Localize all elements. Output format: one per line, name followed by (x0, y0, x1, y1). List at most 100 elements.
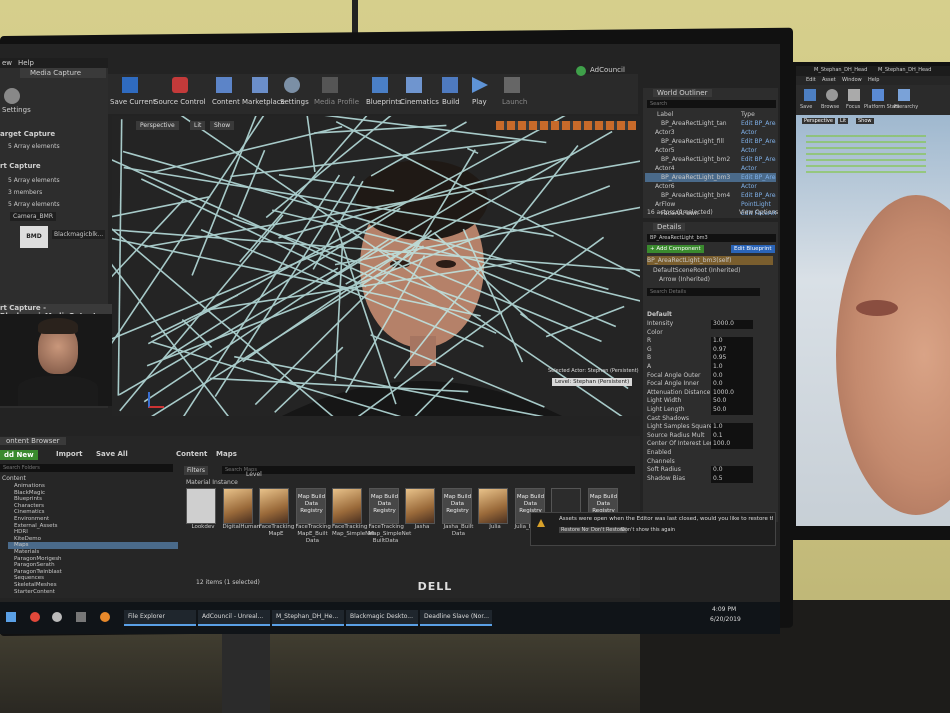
taskbar-app[interactable]: File Explorer (124, 610, 196, 626)
taskbar-app[interactable]: M_Stephan_DH_He... (272, 610, 344, 626)
right-menu-help[interactable]: Help (868, 77, 879, 83)
folder-item[interactable]: External_Assets (8, 523, 178, 530)
property-row[interactable]: Light Width 50.0 (647, 397, 773, 406)
menu-view[interactable]: ew (2, 59, 12, 67)
settings-icon[interactable] (284, 77, 300, 93)
property-value[interactable]: 0.1 (711, 431, 753, 441)
filters-button[interactable]: Filters (184, 466, 208, 475)
property-row[interactable]: B 0.95 (647, 354, 773, 363)
details-tab[interactable]: Details (653, 223, 686, 231)
asset-tile[interactable]: Map Build Data Registry FaceTracking Map_… (368, 488, 411, 545)
asset-tile[interactable]: Lookdev (186, 488, 220, 531)
property-value[interactable]: 1000.0 (711, 388, 753, 398)
folder-item[interactable]: Environment (8, 516, 178, 523)
show-button[interactable]: Show (210, 121, 235, 130)
property-value[interactable]: 1.0 (711, 362, 753, 372)
asset-tile[interactable]: FaceTracking MapE (259, 488, 294, 538)
component-arrow[interactable]: Arrow (Inherited) (659, 275, 710, 284)
property-row[interactable]: A 1.0 (647, 362, 773, 372)
play-icon[interactable] (472, 77, 488, 93)
property-row[interactable]: Focal Angle Outer 0.0 (647, 371, 773, 381)
property-value[interactable]: 3000.0 (711, 320, 753, 329)
media-profile-button[interactable]: Media Profile (314, 98, 359, 106)
build-button[interactable]: Build (442, 98, 460, 106)
property-value[interactable]: 0.0 (711, 380, 753, 389)
camera-dropdown[interactable]: Camera_BMR (10, 212, 57, 221)
blueprints-icon[interactable] (372, 77, 388, 93)
folder-item[interactable]: Maps (8, 542, 178, 549)
chrome-icon[interactable] (30, 612, 40, 622)
media-profile-icon[interactable] (322, 77, 338, 93)
right-tab-1[interactable]: M_Stephan_DH_Head (814, 67, 867, 73)
col-type-header[interactable]: Type (741, 110, 755, 119)
property-value[interactable]: 0.0 (711, 466, 753, 475)
property-row[interactable]: Light Samples Squared 1.0 (647, 423, 773, 432)
asset-search-input[interactable]: Search Maps (222, 466, 635, 474)
details-search-input[interactable]: Search Details (647, 288, 760, 296)
outliner-row[interactable]: BP_AreaRectLight_bm3 Edit BP_AreaRe (645, 173, 776, 182)
property-row[interactable]: Source Radius Mult 0.1 (647, 431, 773, 441)
property-row[interactable]: Attenuation Distance 1000.0 (647, 388, 773, 398)
save-current-icon[interactable] (122, 77, 138, 93)
menu-help[interactable]: Help (18, 59, 34, 67)
marketplace-icon[interactable] (252, 77, 268, 93)
folder-item[interactable]: HDRI (8, 529, 178, 536)
folder-item[interactable]: SkeletalMeshes (8, 582, 178, 589)
folder-item[interactable]: Materials (8, 549, 178, 556)
breadcrumb-content[interactable]: Content (176, 450, 207, 458)
blueprints-button[interactable]: Blueprints (366, 98, 402, 106)
content-browser-tab[interactable]: ontent Browser (0, 437, 66, 445)
lit-button[interactable]: Lit (190, 121, 206, 130)
folder-search-input[interactable]: Search Folders (0, 464, 173, 472)
blackmagic-dropdown[interactable]: Blackmagicblk... (52, 230, 106, 239)
add-component-button[interactable]: + Add Component (647, 245, 704, 253)
property-value[interactable]: 0.95 (711, 354, 753, 363)
outliner-row[interactable]: BP_AreaRectLight_tan Edit BP_AreaRe (645, 119, 776, 128)
right-stats-icon[interactable] (872, 89, 884, 101)
outliner-row[interactable]: BP_AreaRectLight_bm4 Edit BP_AreaRe (645, 191, 776, 200)
right-browse-icon[interactable] (826, 89, 838, 101)
asset-tile[interactable]: Julia (478, 488, 512, 531)
property-value[interactable]: 0.0 (711, 371, 753, 381)
right-tab-2[interactable]: M_Stephan_DH_Head (878, 67, 931, 73)
cinematics-button[interactable]: Cinematics (400, 98, 439, 106)
right-show-button[interactable]: Show (856, 118, 874, 124)
property-value[interactable]: 1.0 (711, 337, 753, 346)
marketplace-button[interactable]: Marketplace (242, 98, 285, 106)
launch-button[interactable]: Launch (502, 98, 527, 106)
property-row[interactable]: Soft Radius 0.0 (647, 466, 773, 475)
folder-item[interactable]: KiteDemo (8, 536, 178, 543)
taskbar-app[interactable]: Deadline Slave (Nor... (420, 610, 492, 626)
source-control-icon[interactable] (172, 77, 188, 93)
right-save-icon[interactable] (804, 89, 816, 101)
right-menu-edit[interactable]: Edit (806, 77, 816, 83)
property-row[interactable]: R 1.0 (647, 337, 773, 346)
play-button[interactable]: Play (472, 98, 487, 106)
folder-item[interactable]: Sequences (8, 575, 178, 582)
import-button[interactable]: Import (56, 450, 83, 458)
blender-icon[interactable] (100, 612, 110, 622)
folder-item[interactable]: Cinematics (8, 509, 178, 516)
cinematics-icon[interactable] (406, 77, 422, 93)
right-perspective-button[interactable]: Perspective (802, 118, 835, 124)
property-value[interactable]: 0.5 (711, 474, 753, 484)
view-options-button[interactable]: View Options (739, 208, 778, 217)
folder-content-root[interactable]: Content (2, 474, 26, 483)
property-value[interactable]: 50.0 (711, 405, 753, 415)
property-row[interactable]: Enabled (647, 449, 773, 458)
asset-tile[interactable]: Map Build Data Registry FaceTracking MapE… (295, 488, 331, 545)
right-hierarchy-icon[interactable] (898, 89, 910, 101)
level-viewport[interactable]: Perspective Lit Show Selected Actor: Ste… (112, 116, 640, 416)
property-row[interactable]: G 0.97 (647, 345, 773, 355)
property-value[interactable]: 0.97 (711, 345, 753, 355)
content-button[interactable]: Content (212, 98, 240, 106)
folder-item[interactable]: ParagonSerath (8, 562, 178, 569)
property-row[interactable]: Channels (647, 458, 773, 467)
breadcrumb-maps[interactable]: Maps (216, 450, 237, 458)
folder-item[interactable]: ParagonMorigesh (8, 556, 178, 563)
outliner-row[interactable]: BP_AreaRectLight_fill Edit BP_AreaRe (645, 137, 776, 146)
property-row[interactable]: Color (647, 329, 773, 338)
property-value[interactable]: 50.0 (711, 397, 753, 406)
right-menu-window[interactable]: Window (842, 77, 862, 83)
right-menu-asset[interactable]: Asset (822, 77, 836, 83)
